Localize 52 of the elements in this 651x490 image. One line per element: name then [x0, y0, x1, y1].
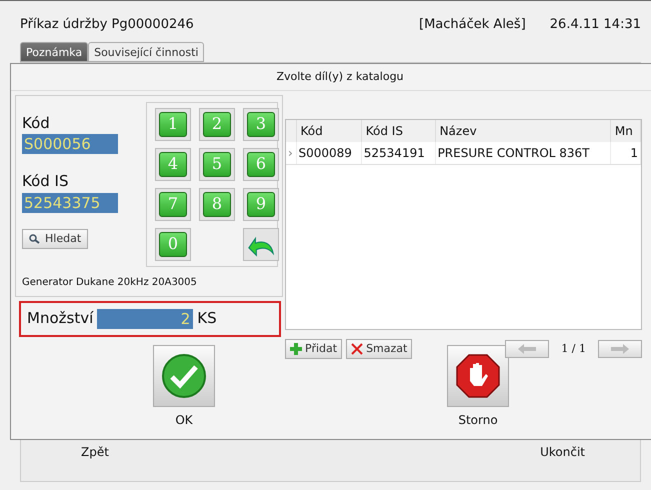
table-cell: 52534191 — [361, 142, 436, 164]
date-time: 26.4.11 14:31 — [550, 16, 641, 34]
keypad-key[interactable]: 6 — [247, 152, 275, 176]
previous-page-button[interactable] — [505, 340, 550, 358]
field-label: Kód — [22, 112, 50, 134]
quantity-label: Množství — [27, 308, 94, 330]
column-header[interactable]: Kód IS — [361, 120, 436, 142]
undo-button[interactable] — [243, 228, 279, 260]
right-arrow-icon — [611, 344, 629, 354]
table-cell: 1 — [610, 142, 640, 164]
page-indicator: 1 / 1 — [561, 340, 586, 356]
keypad-key[interactable]: 7 — [159, 192, 187, 216]
plus-icon — [290, 342, 302, 355]
next-page-button[interactable] — [598, 340, 642, 358]
keypad-key[interactable]: 8 — [203, 192, 231, 216]
close-icon — [351, 342, 364, 355]
button-label[interactable]: Zpět — [81, 443, 109, 461]
search-icon — [29, 234, 41, 244]
field-label: Kód IS — [22, 171, 69, 192]
button-label: Storno — [458, 412, 498, 428]
tab[interactable]: Související činnosti — [88, 42, 204, 62]
keypad-key[interactable]: 2 — [203, 112, 231, 136]
dialog-title: Zvolte díl(y) z katalogu — [11, 64, 651, 90]
ok-button[interactable] — [153, 344, 215, 406]
user-name: [Macháček Aleš] — [419, 16, 526, 34]
button-label[interactable]: Ukončit — [540, 443, 585, 461]
column-header[interactable]: Kód — [296, 120, 362, 142]
check-icon — [161, 352, 207, 398]
delete-button[interactable]: Smazat — [346, 338, 412, 359]
table-cell: PRESURE CONTROL 836T — [435, 142, 610, 164]
quantity-field[interactable]: 2 — [97, 308, 194, 328]
table-cell: S000089 — [296, 142, 362, 164]
keypad-key[interactable]: 1 — [159, 112, 187, 136]
keypad-key[interactable]: 5 — [203, 152, 231, 176]
window-title: Příkaz údržby Pg00000246 — [20, 16, 194, 34]
keypad-key[interactable]: 3 — [247, 112, 275, 136]
tab[interactable]: Poznámka — [20, 42, 88, 62]
add-button[interactable]: Přidat — [285, 338, 342, 359]
keypad-key[interactable]: 9 — [247, 192, 275, 216]
input-field[interactable]: S000056 — [22, 134, 118, 154]
keypad-key[interactable]: 0 — [159, 232, 187, 256]
unit-label: KS — [197, 308, 217, 330]
keypad-key[interactable]: 4 — [159, 152, 187, 176]
part-name: Generator Dukane 20kHz 20A3005 — [22, 276, 197, 290]
column-header[interactable]: Mn — [610, 120, 640, 142]
cancel-button[interactable] — [447, 344, 509, 406]
left-arrow-icon — [518, 344, 536, 354]
search-button[interactable]: Hledat — [22, 228, 88, 249]
column-header[interactable]: Název — [435, 120, 610, 142]
button-label: OK — [175, 412, 193, 428]
input-field[interactable]: 52543375 — [22, 192, 118, 212]
stop-hand-icon — [455, 352, 501, 398]
